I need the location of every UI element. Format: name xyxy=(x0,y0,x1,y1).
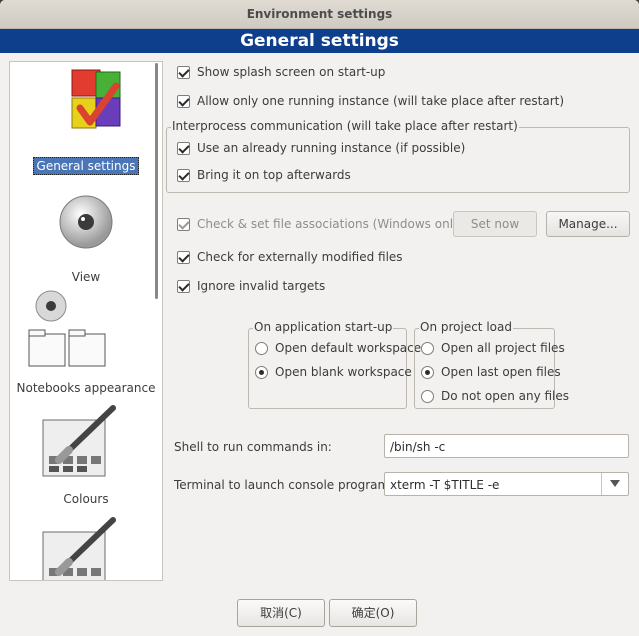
manage-button[interactable]: Manage... xyxy=(546,211,630,237)
checkbox-box[interactable] xyxy=(177,279,190,293)
checkbox-box[interactable] xyxy=(177,250,190,264)
single-instance-checkbox[interactable]: Allow only one running instance (will ta… xyxy=(177,92,564,110)
externally-modified-checkbox[interactable]: Check for externally modified files xyxy=(177,248,403,266)
terminal-label: Terminal to launch console programs: xyxy=(174,478,400,492)
sidebar-item-label[interactable]: General settings xyxy=(10,157,162,175)
sidebar-item-view[interactable] xyxy=(10,192,162,255)
settings-sidebar: General settings View Notebooks appearan… xyxy=(9,61,163,581)
radio-circle[interactable] xyxy=(255,365,268,379)
file-associations-checkbox[interactable]: Check & set file associations (Windows o… xyxy=(177,215,465,233)
project-load-group-title: On project load xyxy=(419,320,513,334)
ipc-group-title: Interprocess communication (will take pl… xyxy=(171,119,519,133)
terminal-combobox[interactable]: xterm -T $TITLE -e xyxy=(384,472,629,496)
radio-circle[interactable] xyxy=(421,365,434,379)
open-last-files-radio[interactable]: Open last open files xyxy=(421,363,561,381)
window-title: Environment settings xyxy=(0,0,639,29)
set-now-button[interactable]: Set now xyxy=(453,211,537,237)
shell-input[interactable]: /bin/sh -c xyxy=(384,434,629,458)
palette-brush-icon xyxy=(42,517,116,580)
radio-circle[interactable] xyxy=(421,341,434,355)
environment-settings-window: Environment settings General settings Ge… xyxy=(0,0,639,636)
startup-group-title: On application start-up xyxy=(253,320,394,334)
sidebar-item-colours-2[interactable] xyxy=(10,514,162,580)
checkbox-box[interactable] xyxy=(177,168,190,182)
checkbox-box[interactable] xyxy=(177,65,190,79)
shell-label: Shell to run commands in: xyxy=(174,440,332,454)
checkbox-box[interactable] xyxy=(177,217,190,231)
checkbox-box[interactable] xyxy=(177,94,190,108)
do-not-open-files-radio[interactable]: Do not open any files xyxy=(421,387,569,405)
ok-button[interactable]: 确定(O) xyxy=(329,599,417,627)
ignore-invalid-targets-checkbox[interactable]: Ignore invalid targets xyxy=(177,277,325,295)
bring-on-top-checkbox[interactable]: Bring it on top afterwards xyxy=(177,166,351,184)
chevron-down-icon[interactable] xyxy=(601,473,628,495)
open-all-files-radio[interactable]: Open all project files xyxy=(421,339,565,357)
eye-icon xyxy=(59,195,113,249)
notebooks-icon xyxy=(28,290,106,367)
sidebar-item-label[interactable]: View xyxy=(10,270,162,284)
palette-brush-icon xyxy=(42,405,116,477)
general-settings-icon xyxy=(71,69,121,129)
sidebar-item-label[interactable]: Colours xyxy=(10,492,162,506)
radio-circle[interactable] xyxy=(421,389,434,403)
default-workspace-radio[interactable]: Open default workspace xyxy=(255,339,421,357)
splash-checkbox[interactable]: Show splash screen on start-up xyxy=(177,63,385,81)
sidebar-item-notebooks[interactable] xyxy=(10,290,162,374)
sidebar-item-label[interactable]: Notebooks appearance xyxy=(10,381,162,395)
sidebar-scrollbar[interactable] xyxy=(155,63,158,299)
checkbox-box[interactable] xyxy=(177,141,190,155)
sidebar-item-general-settings[interactable] xyxy=(10,66,162,166)
use-running-instance-checkbox[interactable]: Use an already running instance (if poss… xyxy=(177,139,465,157)
terminal-value: xterm -T $TITLE -e xyxy=(390,478,500,492)
page-title: General settings xyxy=(0,29,639,53)
radio-circle[interactable] xyxy=(255,341,268,355)
sidebar-item-colours[interactable] xyxy=(10,402,162,482)
cancel-button[interactable]: 取消(C) xyxy=(237,599,325,627)
blank-workspace-radio[interactable]: Open blank workspace xyxy=(255,363,412,381)
